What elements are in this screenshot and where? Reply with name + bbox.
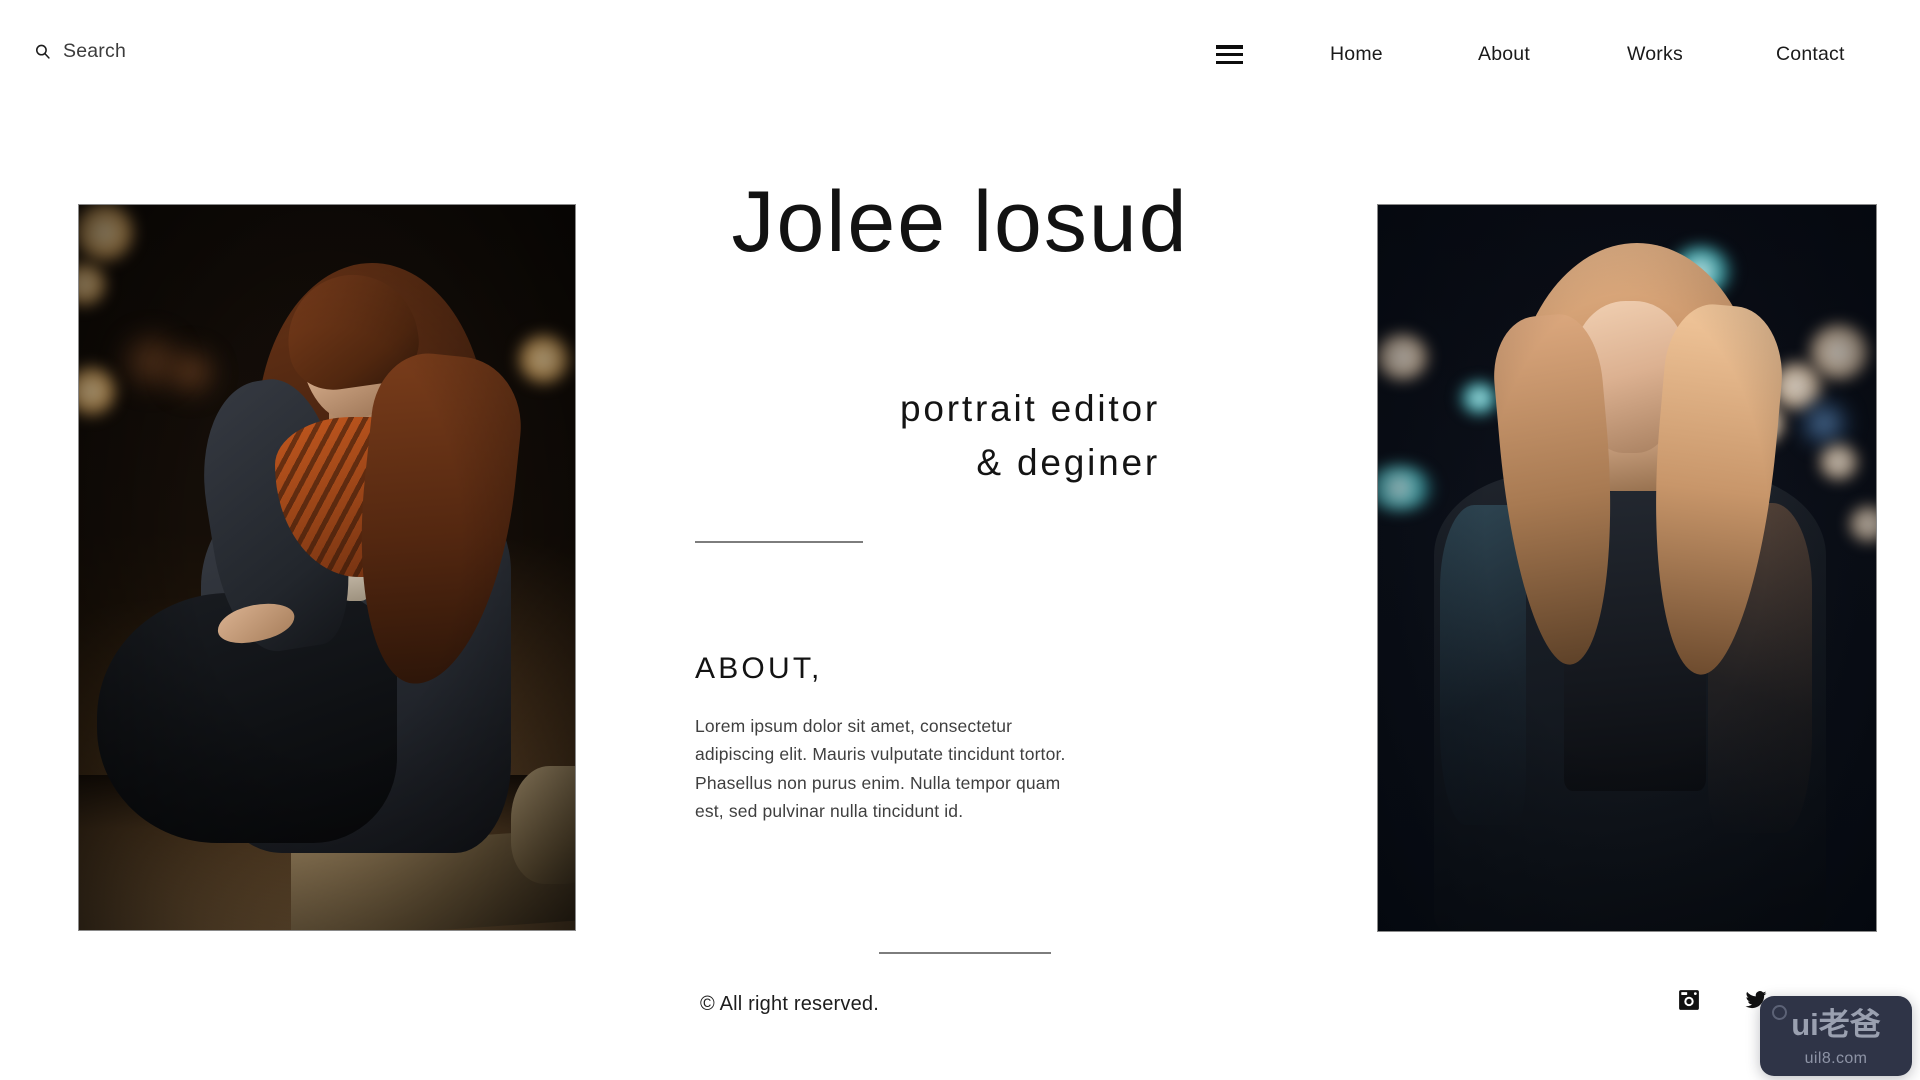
search-input[interactable] xyxy=(63,40,303,63)
gallery-photo-right[interactable] xyxy=(1377,204,1877,932)
site-header: Home About Works Contact xyxy=(0,0,1920,92)
gallery-photo-left[interactable] xyxy=(78,204,576,931)
hero-divider xyxy=(695,541,863,543)
nav-item-about[interactable]: About xyxy=(1478,43,1627,66)
photo-right-vignette xyxy=(1378,205,1876,931)
about-section: ABOUT, Lorem ipsum dolor sit amet, conse… xyxy=(695,652,1085,825)
hero-subtitle: portrait editor & deginer xyxy=(600,382,1160,489)
social-links xyxy=(1678,989,1768,1011)
nav-item-works[interactable]: Works xyxy=(1627,43,1776,66)
main-navigation: Home About Works Contact xyxy=(1330,43,1890,66)
watermark-url-text: uil8.com xyxy=(1804,1050,1868,1067)
hero-subtitle-line-1: portrait editor xyxy=(900,388,1160,429)
page-title: Jolee losud xyxy=(731,174,1189,270)
gallery-photo-left-image xyxy=(79,205,575,930)
nav-item-home[interactable]: Home xyxy=(1330,43,1478,66)
search-icon xyxy=(35,44,50,59)
hamburger-bar-3 xyxy=(1216,60,1243,64)
copyright-text: © All right reserved. xyxy=(700,993,880,1015)
about-heading: ABOUT, xyxy=(695,652,823,685)
footer-divider xyxy=(879,952,1051,954)
hamburger-bar-2 xyxy=(1216,52,1243,57)
portfolio-landing-page: Home About Works Contact xyxy=(0,0,1920,1080)
photo-left-vignette xyxy=(79,205,575,930)
instagram-icon[interactable] xyxy=(1678,989,1700,1011)
hamburger-bar-1 xyxy=(1216,45,1243,49)
gallery-photo-right-image xyxy=(1378,205,1876,931)
watermark-logo-text: ui老爸 xyxy=(1791,1007,1881,1042)
hamburger-menu-icon[interactable] xyxy=(1216,45,1243,64)
search-box[interactable] xyxy=(34,40,303,63)
nav-item-contact[interactable]: Contact xyxy=(1776,43,1845,66)
watermark-badge: ui老爸 uil8.com xyxy=(1760,996,1912,1076)
about-body-text: Lorem ipsum dolor sit amet, consectetur … xyxy=(695,716,1066,822)
hero-subtitle-line-2: & deginer xyxy=(976,441,1160,483)
